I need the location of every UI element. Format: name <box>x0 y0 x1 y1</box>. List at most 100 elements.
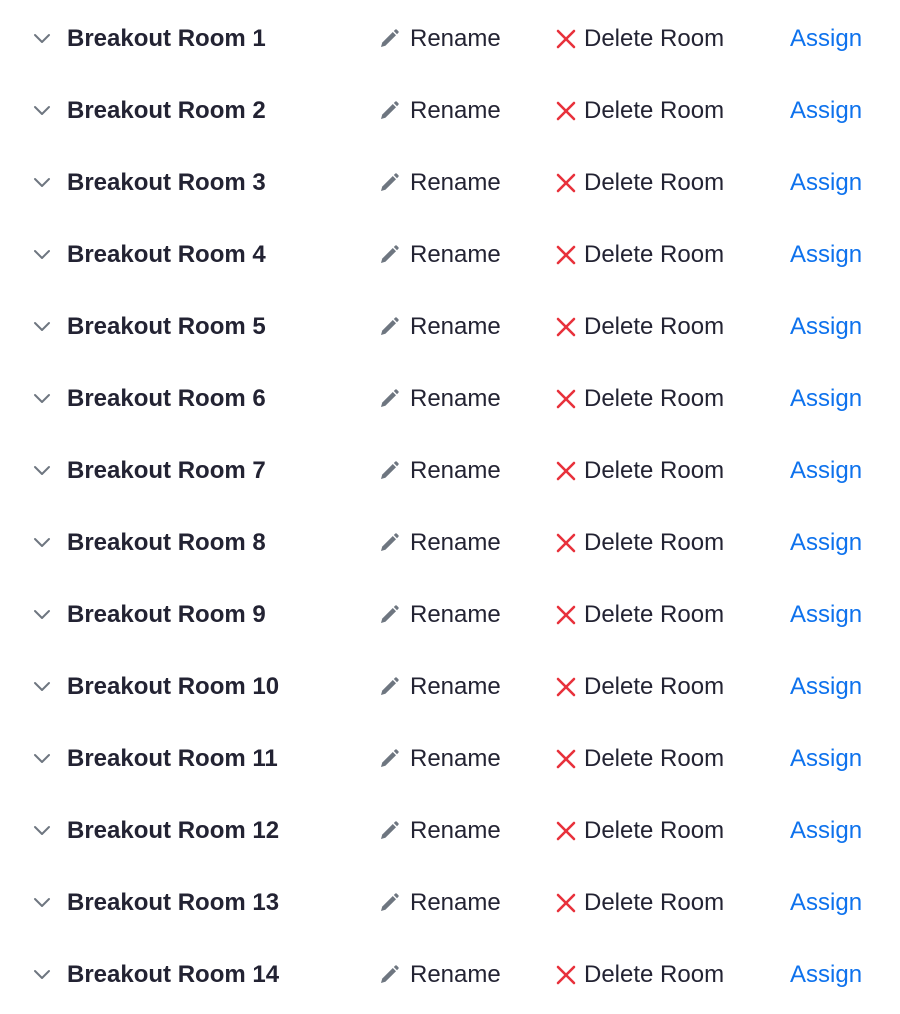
chevron-down-icon[interactable] <box>32 892 52 912</box>
assign-link[interactable]: Assign <box>790 382 862 416</box>
breakout-room-row-5: Breakout Room 5 Rename Delete Room Assig… <box>0 290 900 362</box>
rename-button[interactable]: Rename <box>378 742 501 776</box>
assign-link[interactable]: Assign <box>790 958 862 992</box>
delete-room-label: Delete Room <box>584 673 725 700</box>
chevron-down-icon[interactable] <box>32 100 52 120</box>
rename-button[interactable]: Rename <box>378 526 501 560</box>
assign-link[interactable]: Assign <box>790 454 862 488</box>
pencil-icon <box>378 604 400 626</box>
assign-link[interactable]: Assign <box>790 814 862 848</box>
delete-room-button[interactable]: Delete Room <box>555 526 724 560</box>
pencil-icon <box>378 28 400 50</box>
rename-label: Rename <box>410 673 501 700</box>
pencil-icon <box>378 388 400 410</box>
rename-button[interactable]: Rename <box>378 598 501 632</box>
breakout-room-row-6: Breakout Room 6 Rename Delete Room Assig… <box>0 362 900 434</box>
room-name: Breakout Room 9 <box>67 601 266 628</box>
assign-link[interactable]: Assign <box>790 238 862 272</box>
close-icon <box>555 532 577 554</box>
delete-room-label: Delete Room <box>584 313 725 340</box>
chevron-down-icon[interactable] <box>32 28 52 48</box>
assign-link[interactable]: Assign <box>790 742 862 776</box>
rename-button[interactable]: Rename <box>378 94 501 128</box>
rename-button[interactable]: Rename <box>378 382 501 416</box>
delete-room-button[interactable]: Delete Room <box>555 166 724 200</box>
assign-link[interactable]: Assign <box>790 22 862 56</box>
delete-room-label: Delete Room <box>584 385 725 412</box>
assign-link[interactable]: Assign <box>790 166 862 200</box>
breakout-room-row-7: Breakout Room 7 Rename Delete Room Assig… <box>0 434 900 506</box>
room-name: Breakout Room 12 <box>67 817 280 844</box>
assign-link[interactable]: Assign <box>790 94 862 128</box>
chevron-down-icon[interactable] <box>32 820 52 840</box>
rename-label: Rename <box>410 97 501 124</box>
room-name: Breakout Room 1 <box>67 25 266 52</box>
close-icon <box>555 172 577 194</box>
room-name: Breakout Room 4 <box>67 241 266 268</box>
breakout-room-row-9: Breakout Room 9 Rename Delete Room Assig… <box>0 578 900 650</box>
delete-room-button[interactable]: Delete Room <box>555 454 724 488</box>
delete-room-button[interactable]: Delete Room <box>555 310 724 344</box>
breakout-room-row-12: Breakout Room 12 Rename Delete Room Assi… <box>0 794 900 866</box>
rename-label: Rename <box>410 25 501 52</box>
rename-button[interactable]: Rename <box>378 310 501 344</box>
pencil-icon <box>378 748 400 770</box>
chevron-down-icon[interactable] <box>32 316 52 336</box>
chevron-down-icon[interactable] <box>32 964 52 984</box>
close-icon <box>555 748 577 770</box>
assign-link[interactable]: Assign <box>790 886 862 920</box>
close-icon <box>555 676 577 698</box>
delete-room-button[interactable]: Delete Room <box>555 94 724 128</box>
close-icon <box>555 316 577 338</box>
chevron-down-icon[interactable] <box>32 172 52 192</box>
breakout-room-row-8: Breakout Room 8 Rename Delete Room Assig… <box>0 506 900 578</box>
rename-button[interactable]: Rename <box>378 670 501 704</box>
delete-room-button[interactable]: Delete Room <box>555 382 724 416</box>
rename-button[interactable]: Rename <box>378 814 501 848</box>
chevron-down-icon[interactable] <box>32 532 52 552</box>
pencil-icon <box>378 532 400 554</box>
rename-button[interactable]: Rename <box>378 886 501 920</box>
breakout-room-row-4: Breakout Room 4 Rename Delete Room Assig… <box>0 218 900 290</box>
delete-room-label: Delete Room <box>584 25 725 52</box>
pencil-icon <box>378 244 400 266</box>
breakout-room-row-13: Breakout Room 13 Rename Delete Room Assi… <box>0 866 900 938</box>
close-icon <box>555 100 577 122</box>
delete-room-label: Delete Room <box>584 529 725 556</box>
chevron-down-icon[interactable] <box>32 676 52 696</box>
delete-room-button[interactable]: Delete Room <box>555 22 724 56</box>
pencil-icon <box>378 676 400 698</box>
delete-room-label: Delete Room <box>584 601 725 628</box>
close-icon <box>555 820 577 842</box>
delete-room-button[interactable]: Delete Room <box>555 814 724 848</box>
rename-button[interactable]: Rename <box>378 166 501 200</box>
chevron-down-icon[interactable] <box>32 460 52 480</box>
room-name: Breakout Room 3 <box>67 169 266 196</box>
delete-room-button[interactable]: Delete Room <box>555 238 724 272</box>
close-icon <box>555 604 577 626</box>
rename-label: Rename <box>410 313 501 340</box>
delete-room-label: Delete Room <box>584 817 725 844</box>
assign-link[interactable]: Assign <box>790 526 862 560</box>
chevron-down-icon[interactable] <box>32 748 52 768</box>
delete-room-label: Delete Room <box>584 961 725 988</box>
delete-room-button[interactable]: Delete Room <box>555 958 724 992</box>
rename-label: Rename <box>410 601 501 628</box>
rename-button[interactable]: Rename <box>378 958 501 992</box>
delete-room-button[interactable]: Delete Room <box>555 670 724 704</box>
assign-link[interactable]: Assign <box>790 598 862 632</box>
delete-room-button[interactable]: Delete Room <box>555 742 724 776</box>
delete-room-button[interactable]: Delete Room <box>555 886 724 920</box>
rename-button[interactable]: Rename <box>378 238 501 272</box>
rename-label: Rename <box>410 961 501 988</box>
rename-label: Rename <box>410 817 501 844</box>
rename-button[interactable]: Rename <box>378 454 501 488</box>
delete-room-button[interactable]: Delete Room <box>555 598 724 632</box>
chevron-down-icon[interactable] <box>32 244 52 264</box>
chevron-down-icon[interactable] <box>32 604 52 624</box>
assign-link[interactable]: Assign <box>790 670 862 704</box>
close-icon <box>555 964 577 986</box>
rename-button[interactable]: Rename <box>378 22 501 56</box>
chevron-down-icon[interactable] <box>32 388 52 408</box>
assign-link[interactable]: Assign <box>790 310 862 344</box>
